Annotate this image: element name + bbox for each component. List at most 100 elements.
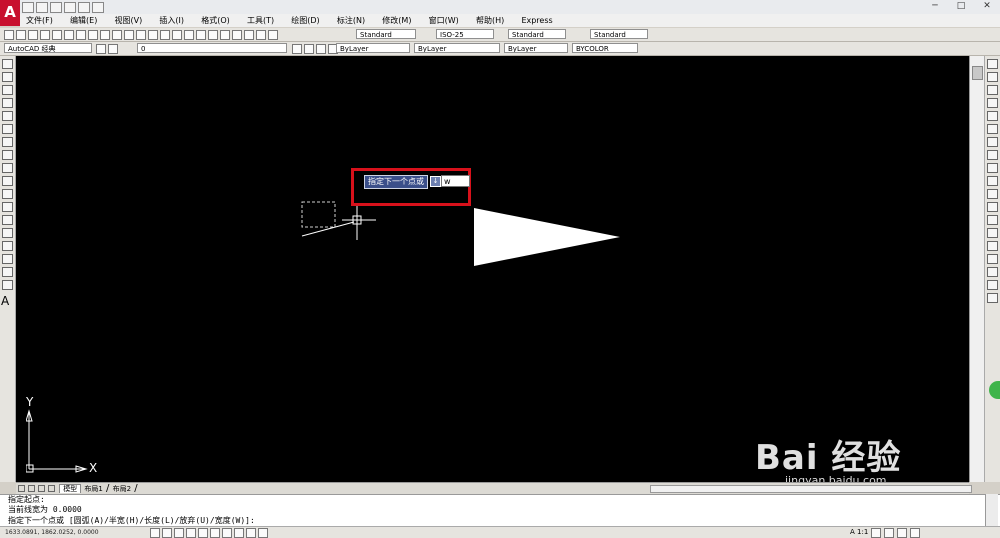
- fillet-icon[interactable]: [987, 241, 998, 251]
- menu-format[interactable]: 格式(O): [201, 16, 230, 25]
- design-center-icon[interactable]: [208, 30, 218, 40]
- layer-prev-icon[interactable]: [292, 44, 302, 54]
- layer-tool-icon[interactable]: [987, 280, 998, 290]
- text-style-select[interactable]: Standard: [356, 29, 416, 39]
- horizontal-scrollbar[interactable]: [650, 485, 972, 493]
- green-side-tab[interactable]: [989, 381, 1000, 399]
- calculator-icon[interactable]: [256, 30, 266, 40]
- mtext-icon[interactable]: A: [1, 294, 13, 308]
- linetype-select[interactable]: ByLayer: [414, 43, 500, 53]
- lineweight-select[interactable]: ByLayer: [504, 43, 568, 53]
- menu-express[interactable]: Express: [521, 16, 552, 25]
- zoom-icon[interactable]: [160, 30, 170, 40]
- help-icon[interactable]: [268, 30, 278, 40]
- stretch-icon[interactable]: [987, 163, 998, 173]
- workspace-select[interactable]: AutoCAD 经典: [4, 43, 92, 53]
- region-icon[interactable]: [2, 267, 13, 277]
- last-tab-icon[interactable]: [48, 485, 55, 492]
- command-scrollbar[interactable]: [985, 494, 998, 526]
- table-style-select[interactable]: Standard: [508, 29, 566, 39]
- dynamic-input-field[interactable]: w: [441, 175, 470, 187]
- redo-icon[interactable]: [92, 2, 104, 13]
- circle-icon[interactable]: [2, 137, 13, 147]
- redo-icon[interactable]: [136, 30, 146, 40]
- insert-block-icon[interactable]: [2, 202, 13, 212]
- point-icon[interactable]: [2, 228, 13, 238]
- mleader-style-select[interactable]: Standard: [590, 29, 648, 39]
- down-arrow-icon[interactable]: ↓: [430, 176, 441, 187]
- array-icon[interactable]: [987, 111, 998, 121]
- line-icon[interactable]: [2, 59, 13, 69]
- join-icon[interactable]: [987, 215, 998, 225]
- mirror-icon[interactable]: [987, 85, 998, 95]
- match-icon[interactable]: [112, 30, 122, 40]
- polyline-icon[interactable]: [2, 85, 13, 95]
- save-icon[interactable]: [28, 30, 38, 40]
- dim-style-select[interactable]: ISO-25: [436, 29, 494, 39]
- zoom-window-icon[interactable]: [172, 30, 182, 40]
- undo-icon[interactable]: [78, 2, 90, 13]
- menu-edit[interactable]: 编辑(E): [70, 16, 97, 25]
- extend-icon[interactable]: [987, 189, 998, 199]
- tab-model[interactable]: 模型: [59, 484, 82, 493]
- autocad-logo[interactable]: A: [0, 0, 20, 26]
- command-prompt[interactable]: 指定下一个点或 [圆弧(A)/半宽(H)/长度(L)/放弃(U)/宽度(W)]:: [8, 516, 255, 526]
- hatch-icon[interactable]: [2, 241, 13, 251]
- arc-icon[interactable]: [2, 124, 13, 134]
- revcloud-icon[interactable]: [2, 150, 13, 160]
- trim-icon[interactable]: [987, 176, 998, 186]
- first-tab-icon[interactable]: [18, 485, 25, 492]
- table-icon[interactable]: [2, 280, 13, 290]
- copy-object-icon[interactable]: [987, 72, 998, 82]
- drawing-canvas[interactable]: Y X: [16, 56, 969, 482]
- cut-icon[interactable]: [76, 30, 86, 40]
- vertical-scrollbar[interactable]: [969, 56, 984, 482]
- preview-icon[interactable]: [52, 30, 62, 40]
- menu-modify[interactable]: 修改(M): [382, 16, 411, 25]
- publish-icon[interactable]: [64, 30, 74, 40]
- move-icon[interactable]: [987, 124, 998, 134]
- undo-icon[interactable]: [124, 30, 134, 40]
- next-tab-icon[interactable]: [38, 485, 45, 492]
- new-icon[interactable]: [22, 2, 34, 13]
- plotstyle-select[interactable]: BYCOLOR: [572, 43, 638, 53]
- xline-icon[interactable]: [2, 72, 13, 82]
- make-block-icon[interactable]: [2, 215, 13, 225]
- minimize-button[interactable]: ─: [922, 0, 948, 12]
- layer-icon[interactable]: [108, 44, 118, 54]
- menu-dimension[interactable]: 标注(N): [337, 16, 365, 25]
- markup-icon[interactable]: [244, 30, 254, 40]
- plot-icon[interactable]: [40, 30, 50, 40]
- copy-icon[interactable]: [88, 30, 98, 40]
- rotate-icon[interactable]: [987, 137, 998, 147]
- spline-icon[interactable]: [2, 163, 13, 173]
- layer-iso-icon[interactable]: [316, 44, 326, 54]
- print-icon[interactable]: [64, 2, 76, 13]
- polygon-icon[interactable]: [2, 98, 13, 108]
- zoom-prev-icon[interactable]: [184, 30, 194, 40]
- menu-window[interactable]: 窗口(W): [429, 16, 459, 25]
- layer-select[interactable]: 0: [137, 43, 287, 53]
- open-icon[interactable]: [36, 2, 48, 13]
- offset-icon[interactable]: [987, 98, 998, 108]
- menu-help[interactable]: 帮助(H): [476, 16, 504, 25]
- menu-insert[interactable]: 插入(I): [159, 16, 184, 25]
- sheet-set-icon[interactable]: [232, 30, 242, 40]
- break-icon[interactable]: [987, 202, 998, 212]
- draworder-icon[interactable]: [987, 267, 998, 277]
- chamfer-icon[interactable]: [987, 228, 998, 238]
- layer-match-icon[interactable]: [304, 44, 314, 54]
- ellipse-arc-icon[interactable]: [2, 189, 13, 199]
- properties-panel-icon[interactable]: [987, 293, 998, 303]
- gear-icon[interactable]: [96, 44, 106, 54]
- explode-icon[interactable]: [987, 254, 998, 264]
- rectangle-icon[interactable]: [2, 111, 13, 121]
- new-icon[interactable]: [4, 30, 14, 40]
- save-icon[interactable]: [50, 2, 62, 13]
- maximize-button[interactable]: □: [948, 0, 974, 12]
- command-line[interactable]: 指定起点: 当前线宽为 0.0000 指定下一个点或 [圆弧(A)/半宽(H)/…: [0, 494, 1000, 527]
- scroll-thumb[interactable]: [972, 66, 983, 80]
- tab-layout1[interactable]: 布局1: [84, 485, 102, 493]
- properties-icon[interactable]: [196, 30, 206, 40]
- scale-icon[interactable]: [987, 150, 998, 160]
